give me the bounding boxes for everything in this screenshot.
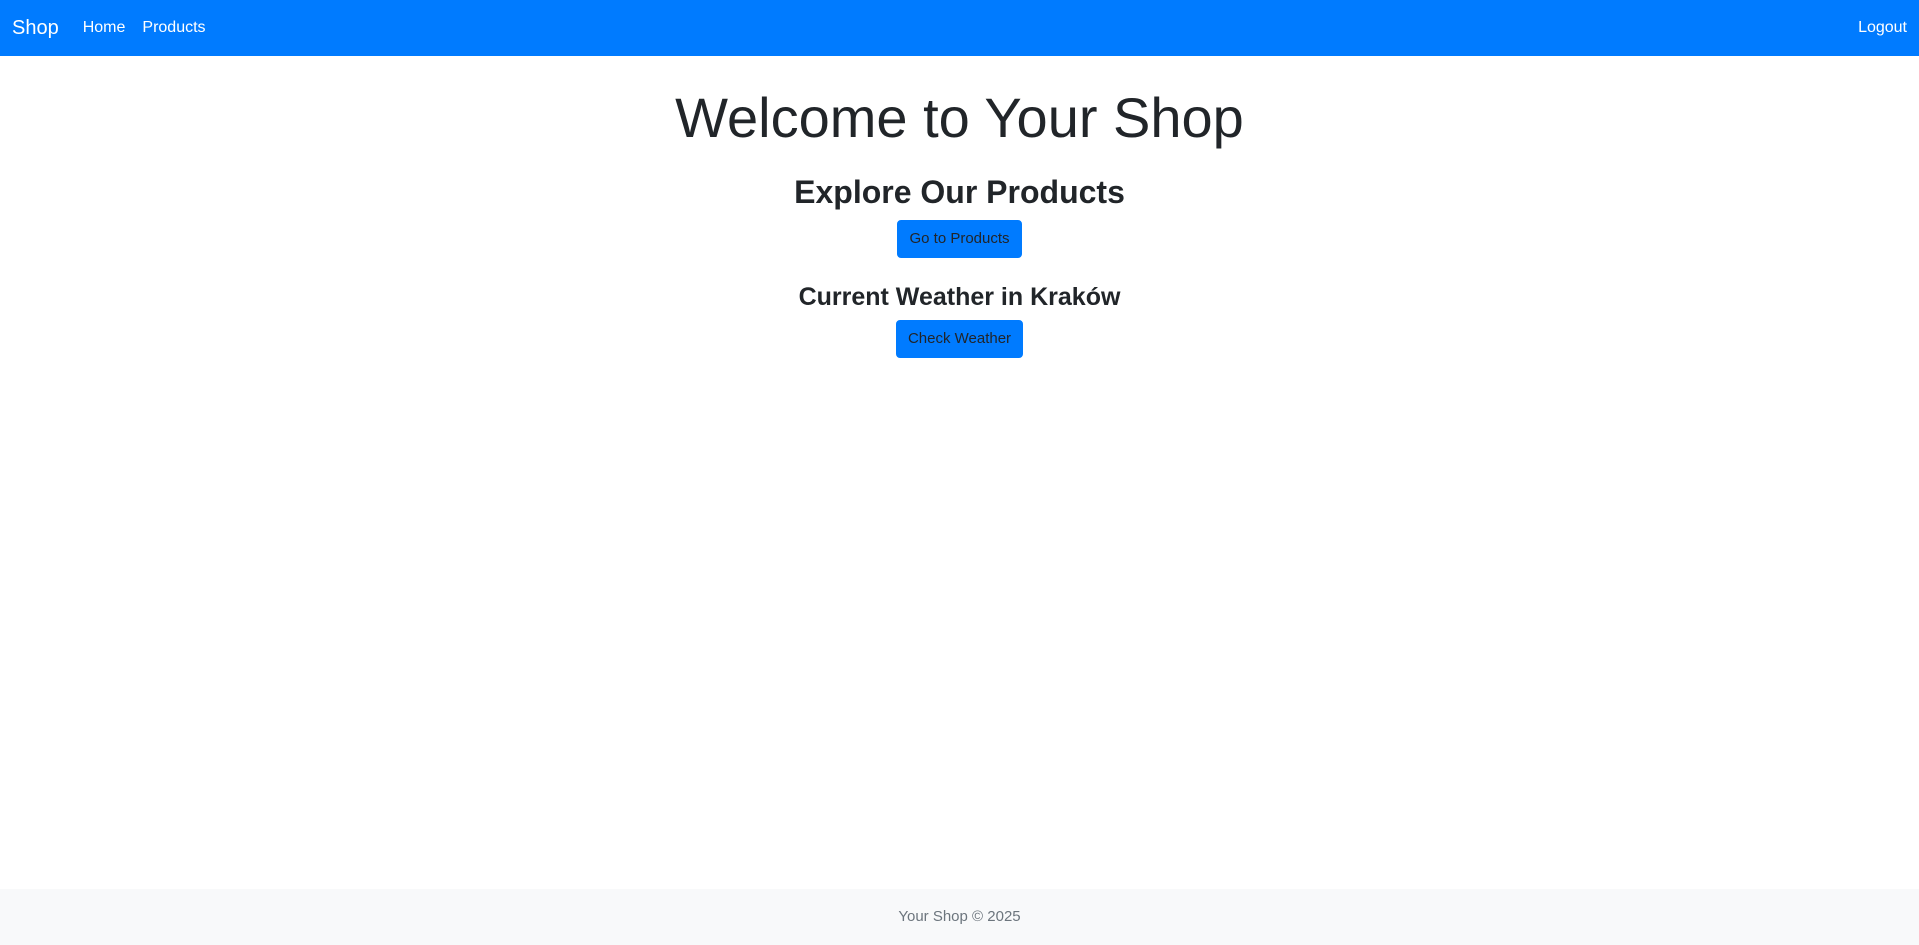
go-to-products-button[interactable]: Go to Products <box>897 219 1022 258</box>
check-weather-button[interactable]: Check Weather <box>895 319 1024 358</box>
products-heading: Explore Our Products <box>794 174 1125 211</box>
nav-link-home[interactable]: Home <box>83 19 126 37</box>
navbar-brand[interactable]: Shop <box>12 17 59 40</box>
page-footer: Your Shop © 2025 <box>0 889 1919 945</box>
main-content: Welcome to Your Shop Explore Our Product… <box>0 56 1919 358</box>
products-section: Explore Our Products Go to Products <box>0 173 1919 258</box>
page-title: Welcome to Your Shop <box>675 86 1244 149</box>
weather-heading: Current Weather in Kraków <box>798 282 1121 311</box>
footer-text: Your Shop © 2025 <box>898 908 1021 925</box>
page: Shop Home Products Logout Welcome to You… <box>0 0 1919 945</box>
logout-link[interactable]: Logout <box>1858 19 1907 37</box>
nav-link-products[interactable]: Products <box>142 19 205 37</box>
weather-section: Current Weather in Kraków Check Weather <box>0 282 1919 358</box>
top-navbar: Shop Home Products Logout <box>0 0 1919 56</box>
